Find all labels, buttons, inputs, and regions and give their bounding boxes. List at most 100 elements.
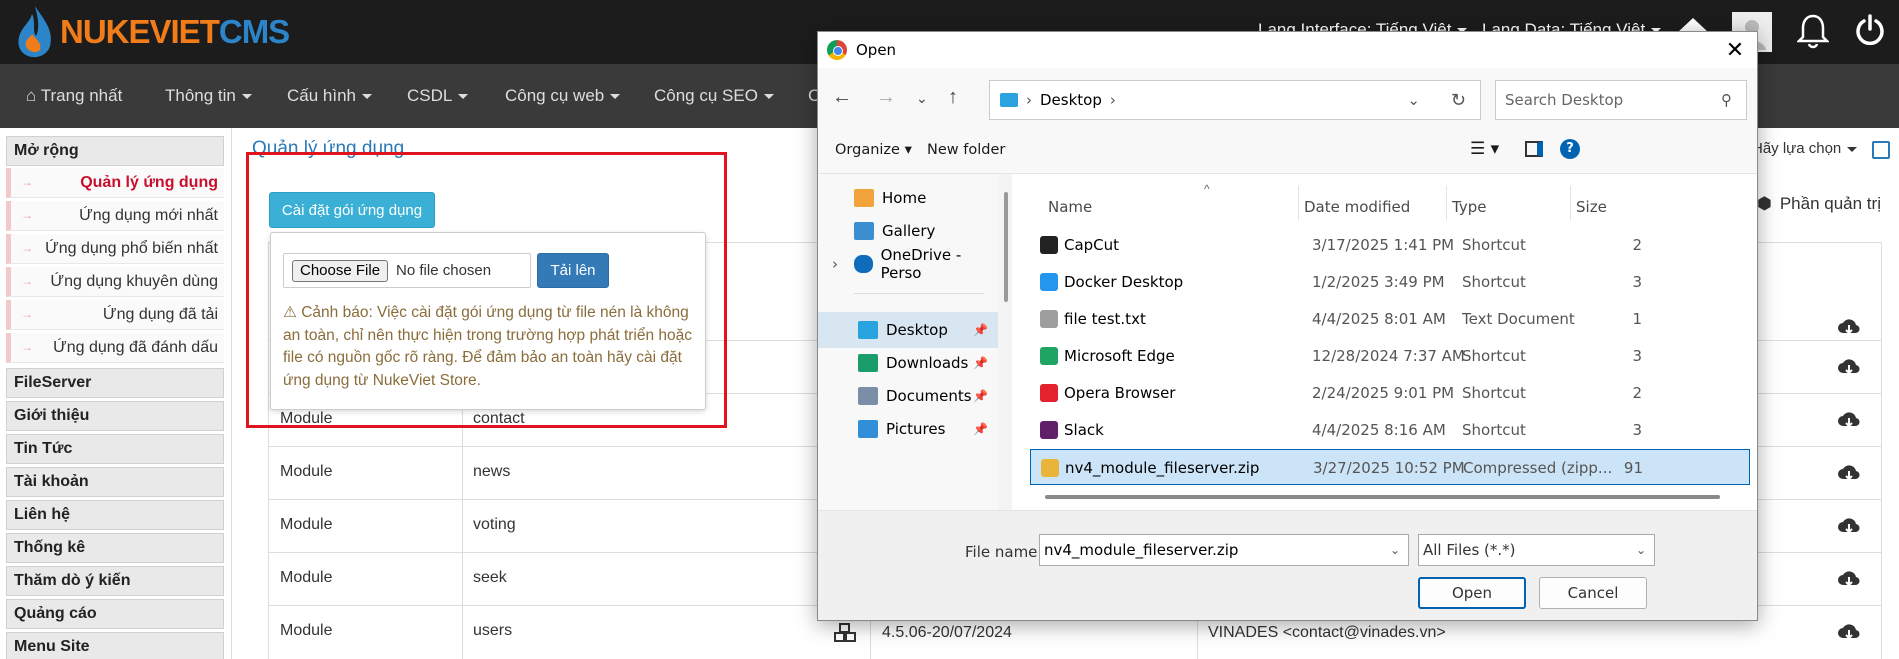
sidebar-item-ads[interactable]: Quảng cáo: [6, 599, 224, 629]
breadcrumb-desktop[interactable]: Desktop: [1040, 91, 1102, 109]
action-select[interactable]: Hãy lựa chọn: [1752, 140, 1858, 157]
nav-scrollbar[interactable]: [1004, 192, 1008, 302]
nav-item-home[interactable]: Home: [818, 180, 998, 216]
download-icon[interactable]: [1838, 622, 1860, 644]
arrow-right-icon: →: [21, 175, 33, 189]
nav-item-desktop[interactable]: Desktop 📌: [818, 312, 998, 348]
search-input[interactable]: Search Desktop ⚲: [1495, 80, 1747, 120]
book-icon[interactable]: [1872, 141, 1890, 159]
home-icon: [854, 189, 874, 207]
sidebar-item-popular-apps[interactable]: → Ứng dụng phổ biến nhất: [6, 234, 224, 264]
sidebar-item-about[interactable]: Giới thiệu: [6, 401, 224, 431]
pin-icon[interactable]: 📌: [973, 323, 988, 337]
sidebar-item-account[interactable]: Tài khoản: [6, 467, 224, 497]
sidebar-item-statistics[interactable]: Thống kê: [6, 533, 224, 563]
file-name-input[interactable]: nv4_module_fileserver.zip ⌄: [1039, 534, 1409, 566]
nav-item-downloads[interactable]: Downloads 📌: [818, 345, 998, 381]
column-header-type[interactable]: Type: [1452, 198, 1486, 216]
file-row[interactable]: CapCut 3/17/2025 1:41 PM Shortcut 2: [1030, 227, 1750, 263]
sidebar-item-manage-apps[interactable]: → Quản lý ứng dụng: [6, 168, 224, 198]
row-name: voting: [473, 516, 516, 533]
help-icon[interactable]: ?: [1560, 139, 1580, 159]
column-header-name[interactable]: Name: [1048, 198, 1092, 216]
sidebar-item-label: Ứng dụng đã đánh dấu: [53, 339, 218, 356]
download-icon[interactable]: [1838, 357, 1860, 379]
dialog-titlebar[interactable]: Open ✕: [818, 32, 1757, 68]
file-row[interactable]: Opera Browser 2/24/2025 9:01 PM Shortcut…: [1030, 375, 1750, 411]
preview-pane-icon[interactable]: [1525, 141, 1543, 157]
new-folder-button[interactable]: New folder: [927, 142, 1005, 158]
download-icon[interactable]: [1838, 516, 1860, 538]
file-size: 3: [1632, 347, 1642, 365]
navigation-pane: Home Gallery › OneDrive - Perso Desktop 📌 …: [818, 174, 998, 510]
nav-item-gallery[interactable]: Gallery: [818, 213, 998, 249]
opera-icon: [1040, 384, 1058, 402]
file-name: Opera Browser: [1064, 384, 1176, 402]
menu-item-database-label: CSDL: [407, 86, 453, 105]
sidebar-item-bookmarked-apps[interactable]: → Ứng dụng đã đánh dấu: [6, 333, 224, 363]
open-button[interactable]: Open: [1418, 577, 1526, 609]
table-border: [1881, 242, 1882, 659]
file-size: 2: [1632, 236, 1642, 254]
file-row[interactable]: Microsoft Edge 12/28/2024 7:37 AM Shortc…: [1030, 338, 1750, 374]
nav-item-pictures[interactable]: Pictures 📌: [818, 411, 998, 447]
menu-item-info[interactable]: Thông tin: [165, 86, 252, 106]
sidebar-item-contact[interactable]: Liên hệ: [6, 500, 224, 530]
menu-item-seotools[interactable]: Công cụ SEO: [654, 86, 774, 106]
highlight-box: [246, 152, 727, 428]
forward-icon[interactable]: →: [876, 86, 896, 109]
cancel-button[interactable]: Cancel: [1539, 577, 1647, 609]
file-size: 91: [1623, 459, 1643, 477]
menu-item-database[interactable]: CSDL: [407, 86, 469, 106]
file-row-selected[interactable]: nv4_module_fileserver.zip 3/27/2025 10:5…: [1030, 449, 1750, 485]
chevron-down-icon[interactable]: ⌄: [1407, 91, 1420, 109]
sidebar-item-polls[interactable]: Thăm dò ý kiến: [6, 566, 224, 596]
view-list-icon[interactable]: ☰ ▾: [1470, 139, 1499, 159]
menu-item-home[interactable]: ⌂ Trang nhất: [26, 86, 122, 106]
download-icon[interactable]: [1838, 463, 1860, 485]
chevron-down-icon[interactable]: ⌄: [916, 90, 928, 107]
column-separator[interactable]: [1446, 186, 1447, 220]
sidebar-item-recommended-apps[interactable]: → Ứng dụng khuyên dùng: [6, 267, 224, 297]
up-icon[interactable]: ↑: [948, 86, 958, 109]
menu-item-webtools[interactable]: Công cụ web: [505, 86, 621, 106]
address-bar[interactable]: › Desktop › ⌄ ↻: [989, 80, 1481, 120]
organize-button[interactable]: Organize ▾: [835, 142, 912, 158]
sidebar-section-extend[interactable]: Mở rộng: [6, 136, 224, 166]
file-row[interactable]: Slack 4/4/2025 8:16 AM Shortcut 3: [1030, 412, 1750, 448]
nav-item-onedrive[interactable]: › OneDrive - Perso: [818, 246, 998, 282]
menu-item-config[interactable]: Cấu hình: [287, 86, 372, 106]
column-separator[interactable]: [1570, 186, 1571, 220]
admin-link-label: Phần quản trị: [1779, 194, 1881, 213]
back-icon[interactable]: ←: [832, 86, 852, 109]
file-row[interactable]: file test.txt 4/4/2025 8:01 AM Text Docu…: [1030, 301, 1750, 337]
file-type-filter[interactable]: All Files (*.*) ⌄: [1418, 534, 1655, 566]
column-header-size[interactable]: Size: [1576, 198, 1607, 216]
logo[interactable]: NUKEVIETCMS: [14, 4, 290, 60]
pin-icon[interactable]: 📌: [973, 356, 988, 370]
admin-link[interactable]: ⬢ Phần quản trị: [1757, 194, 1881, 214]
refresh-icon[interactable]: ↻: [1451, 90, 1466, 111]
download-icon[interactable]: [1838, 410, 1860, 432]
file-row[interactable]: Docker Desktop 1/2/2025 3:49 PM Shortcut…: [1030, 264, 1750, 300]
horizontal-scrollbar[interactable]: [1045, 495, 1720, 499]
file-type: Shortcut: [1462, 273, 1526, 291]
download-icon[interactable]: [1838, 569, 1860, 591]
sidebar-item-label: Quản lý ứng dụng: [80, 174, 218, 191]
sidebar-item-news[interactable]: Tin Tức: [6, 434, 224, 464]
bell-icon[interactable]: [1795, 13, 1831, 54]
column-separator[interactable]: [1298, 186, 1299, 220]
power-icon[interactable]: [1854, 14, 1886, 51]
pin-icon[interactable]: 📌: [973, 422, 988, 436]
sidebar-item-fileserver[interactable]: FileServer: [6, 368, 224, 398]
close-icon[interactable]: ✕: [1721, 36, 1749, 64]
nav-item-documents[interactable]: Documents 📌: [818, 378, 998, 414]
file-type: Text Document: [1462, 310, 1575, 328]
chevron-down-icon[interactable]: ⌄: [1390, 543, 1400, 557]
pin-icon[interactable]: 📌: [973, 389, 988, 403]
download-icon[interactable]: [1838, 317, 1860, 339]
column-header-date[interactable]: Date modified: [1304, 198, 1410, 216]
sidebar-item-downloaded-apps[interactable]: → Ứng dụng đã tải: [6, 300, 224, 330]
sidebar-item-menu-site[interactable]: Menu Site: [6, 632, 224, 659]
sidebar-item-newest-apps[interactable]: → Ứng dụng mới nhất: [6, 201, 224, 231]
